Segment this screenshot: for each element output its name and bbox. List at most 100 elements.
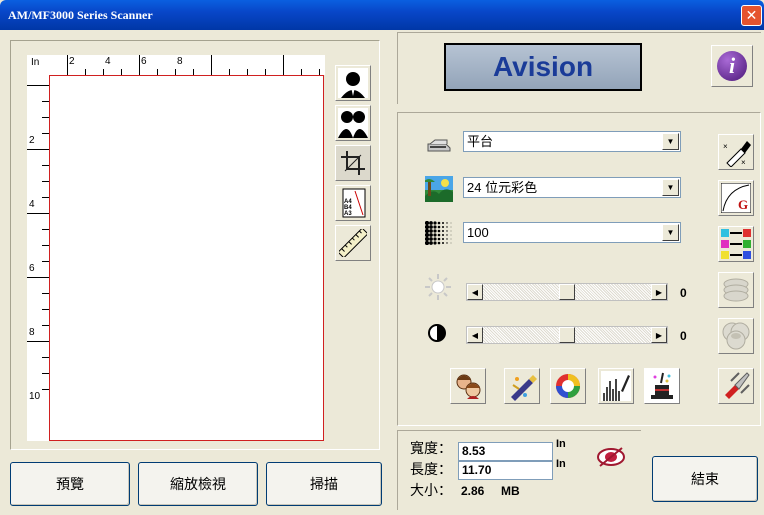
color-mode-select[interactable]: 24 位元彩色 ▼ — [463, 177, 681, 198]
color-adjust-button[interactable] — [550, 368, 586, 404]
avision-logo: Avision — [444, 43, 642, 91]
title-bar: AM/MF3000 Series Scanner ✕ — [0, 0, 764, 30]
crop-button[interactable] — [335, 145, 371, 181]
magic-hat-icon — [651, 372, 673, 399]
scan-source-select[interactable]: 平台 ▼ — [463, 131, 681, 152]
magic-button[interactable] — [644, 368, 680, 404]
ruler-tick — [42, 181, 49, 182]
ruler-tick — [42, 101, 49, 102]
disabled-tool-button-2[interactable] — [718, 318, 754, 354]
size-value: 2.86 — [461, 484, 485, 498]
gamma-curve-icon: G — [721, 183, 751, 213]
descreen-button[interactable] — [450, 368, 486, 404]
brightness-thumb[interactable] — [559, 284, 575, 300]
eyedropper-icon: × × — [723, 141, 751, 167]
single-image-button[interactable] — [335, 65, 371, 101]
scanner-window-body: In 2468 2 4 6 8 10 A4 B4 A3 預覽 縮放檢視 掃描 A… — [0, 30, 764, 515]
height-unit: In — [556, 458, 566, 470]
ruler-left-label: 6 — [29, 263, 35, 274]
histogram-button[interactable] — [598, 368, 634, 404]
multi-feed-button[interactable] — [504, 368, 540, 404]
disabled-tool-button-1[interactable] — [718, 272, 754, 308]
linked-eye-icon — [597, 447, 625, 467]
ruler-tick — [42, 293, 49, 294]
contrast-thumb[interactable] — [559, 327, 575, 343]
ruler-tick — [27, 277, 49, 278]
ruler-tick — [42, 357, 49, 358]
info-button[interactable]: i — [711, 45, 753, 87]
color-wheel-icon — [556, 374, 580, 398]
brightness-slider[interactable]: ◀ ▶ — [466, 283, 668, 301]
ruler-tick — [27, 85, 49, 86]
slider-left-arrow-icon[interactable]: ◀ — [467, 284, 483, 300]
ruler-tick — [42, 165, 49, 166]
info-icon: i — [717, 51, 747, 81]
ruler-tick — [67, 55, 68, 75]
ruler-tick — [42, 133, 49, 134]
sparkle-pen-icon — [511, 375, 537, 401]
preview-button[interactable]: 預覽 — [10, 462, 130, 506]
ruler-tick — [211, 55, 212, 75]
ruler-tick — [42, 261, 49, 262]
chevron-down-icon[interactable]: ▼ — [662, 133, 679, 150]
faces-icon — [456, 374, 481, 399]
zoom-view-button[interactable]: 縮放檢視 — [138, 462, 258, 506]
contrast-icon — [428, 324, 446, 342]
eyedropper-button[interactable]: × × — [718, 134, 754, 170]
exit-button[interactable]: 結束 — [652, 456, 758, 502]
ruler-tick — [27, 341, 49, 342]
ruler-left-label: 10 — [29, 391, 41, 402]
chevron-down-icon[interactable]: ▼ — [662, 179, 679, 196]
scan-source-value: 平台 — [467, 134, 494, 149]
size-label: 大小： — [410, 482, 452, 498]
scan-button[interactable]: 掃描 — [266, 462, 382, 506]
ruler-top-label: 6 — [141, 56, 147, 67]
resolution-value: 100 — [467, 225, 489, 240]
ruler-icon — [339, 229, 367, 257]
two-people-icon — [338, 108, 368, 138]
ruler-top-label: 2 — [69, 56, 75, 67]
ruler-tick — [139, 55, 140, 75]
resolution-select[interactable]: 100 ▼ — [463, 222, 681, 243]
color-mode-value: 24 位元彩色 — [467, 180, 538, 195]
ruler-top-label: 4 — [105, 56, 111, 67]
preview-panel: In 2468 2 4 6 8 10 A4 B4 A3 — [10, 40, 380, 450]
size-unit: MB — [501, 484, 520, 498]
multi-image-button[interactable] — [335, 105, 371, 141]
ruler-tick — [42, 389, 49, 390]
lock-ratio-button[interactable] — [596, 446, 626, 468]
portrait-silhouette-icon — [338, 68, 368, 98]
contrast-slider[interactable]: ◀ ▶ — [466, 326, 668, 344]
height-label: 長度： — [410, 461, 452, 477]
ruler-tick — [42, 373, 49, 374]
svg-text:×: × — [741, 158, 746, 167]
rgb-channel-icon — [721, 229, 751, 259]
ruler-tick — [283, 55, 284, 75]
ruler-left-label: 4 — [29, 199, 35, 210]
slider-right-arrow-icon[interactable]: ▶ — [651, 284, 667, 300]
ruler-tick — [42, 229, 49, 230]
ruler-tick — [27, 149, 49, 150]
gamma-button[interactable]: G — [718, 180, 754, 216]
ruler-tick — [42, 117, 49, 118]
paper-size-button[interactable]: A4 B4 A3 — [335, 185, 371, 221]
ruler-top: In 2 4 6 8 — [27, 55, 338, 75]
tools-button[interactable] — [718, 368, 754, 404]
slider-left-arrow-icon[interactable]: ◀ — [467, 327, 483, 343]
slider-right-arrow-icon[interactable]: ▶ — [651, 327, 667, 343]
width-field[interactable]: 8.53 — [458, 442, 553, 461]
preview-area[interactable] — [49, 75, 324, 441]
color-photo-icon — [425, 176, 453, 202]
histogram-icon — [601, 371, 631, 401]
color-channel-button[interactable] — [718, 226, 754, 262]
ruler-tick — [42, 325, 49, 326]
window-title: AM/MF3000 Series Scanner — [8, 8, 153, 22]
ruler-top-label: 8 — [177, 56, 183, 67]
close-button[interactable]: ✕ — [741, 5, 762, 26]
halftone-icon — [425, 221, 452, 245]
chevron-down-icon[interactable]: ▼ — [662, 224, 679, 241]
ruler-toggle-button[interactable] — [335, 225, 371, 261]
ruler-left-label: 8 — [29, 327, 35, 338]
disc-stack-icon — [723, 278, 749, 302]
height-field[interactable]: 11.70 — [458, 461, 553, 480]
